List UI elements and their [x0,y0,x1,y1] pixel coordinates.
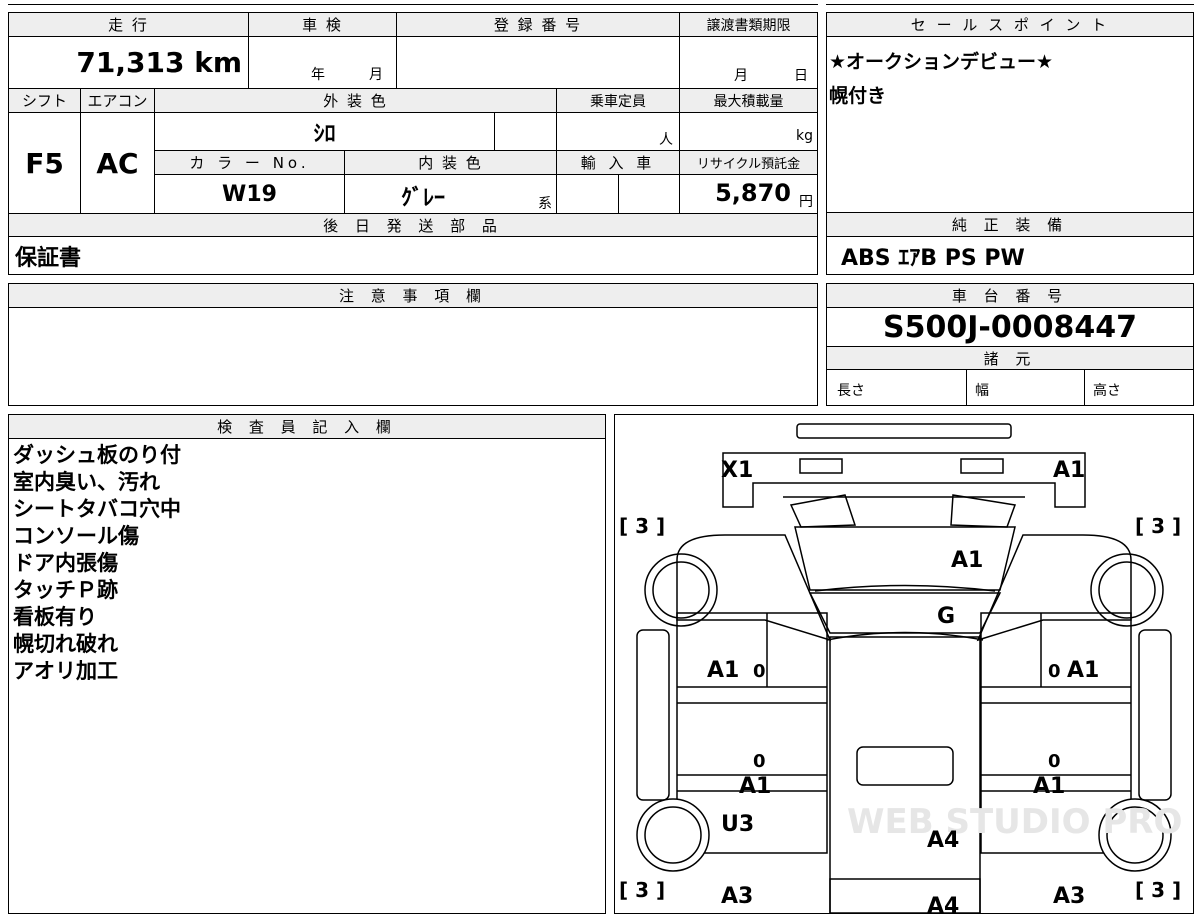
car-diagram-box: WEB STUDIO PRO X1 A1 [ 3 ] [ 3 ] A1 G A1… [614,414,1194,914]
mark-door-l: A1 [707,658,739,683]
capacity-header: 乗車定員 [557,89,680,113]
spec-length: 長さ [827,370,967,405]
chassis-header: 車 台 番 号 [827,284,1193,308]
car-diagram: WEB STUDIO PRO X1 A1 [ 3 ] [ 3 ] A1 G A1… [619,423,1182,913]
inspector-box: 検 査 員 記 入 欄 ダッシュ板のり付 室内臭い、汚れ シートタバコ穴中 コン… [8,414,606,914]
import-value-a [557,175,619,213]
top-strip [8,0,818,5]
mileage-header: 走 行 [9,13,249,37]
mark-door-r-zero: 0 [1048,661,1061,682]
max-load-header: 最大積載量 [680,89,817,113]
capacity-unit: 人 [659,132,673,148]
int-color-value: ｸﾞﾚｰ 系 [345,175,557,213]
recycle-value: 5,870 円 [680,175,817,213]
ac-header: エアコン [81,89,155,113]
recycle-header: リサイクル預託金 [680,151,817,175]
inspector-header: 検 査 員 記 入 欄 [9,415,605,439]
mark-lower-l-zero: 0 [753,751,766,772]
mark-sill-l: A1 [739,774,771,799]
inspector-note: ドア内張傷 [13,551,118,575]
inspection-header: 車 検 [249,13,397,37]
equipment-value: ABS ｴｱB PS PW [841,246,1025,271]
transfer-deadline-value: 月 日 [680,37,817,89]
mark-windshield: G [937,604,955,629]
ext-color-value: ｼﾛ [155,113,495,151]
ext-color-extra [495,113,557,151]
equipment-header: 純 正 装 備 [827,213,1193,237]
inspection-month: 月 [369,67,383,83]
inspector-note: ダッシュ板のり付 [13,443,181,467]
top-strip-right [826,0,1194,5]
max-load-unit: kg [796,128,813,144]
inspector-note: タッチＰ跡 [13,578,118,602]
int-color-suffix: 系 [538,196,552,212]
spec-width: 幅 [967,370,1085,405]
ac-value: AC [81,113,155,213]
later-parts-value: 保証書 [15,245,82,271]
mark-rear-l: A3 [721,884,753,909]
chassis-number: S500J-0008447 [883,309,1137,345]
mark-front-right: A1 [1053,458,1085,483]
import-header: 輸 入 車 [557,151,680,175]
inspector-note: アオリ加工 [13,659,118,683]
recycle-fee: 5,870 [715,179,791,207]
mark-tire-fl: [ 3 ] [619,514,665,538]
transfer-day: 日 [794,68,808,84]
reg-no-header: 登 録 番 号 [397,13,680,37]
inspector-note: シートタバコ穴中 [13,497,181,521]
mark-tire-rl: [ 3 ] [619,878,665,902]
inspector-note: 看板有り [13,605,97,629]
recycle-unit: 円 [799,194,813,210]
mark-sill-r: A1 [1033,774,1065,799]
int-color-header: 内 装 色 [345,151,557,175]
transfer-deadline-header: 譲渡書類期限 [680,13,817,37]
caution-box: 注 意 事 項 欄 [8,283,818,406]
mileage-value: 71,313 km [9,37,249,89]
inspector-note: 幌切れ破れ [13,632,118,656]
inspector-notes: ダッシュ板のり付 室内臭い、汚れ シートタバコ穴中 コンソール傷 ドア内張傷 タ… [13,442,181,685]
mark-door-l-zero: 0 [753,661,766,682]
mark-bed: A4 [927,828,959,853]
int-color-text: ｸﾞﾚｰ [401,186,446,211]
max-load-value: kg [680,113,817,151]
mark-lower-r-zero: 0 [1048,751,1061,772]
sales-point-line-1: ★オークションデビュー★ [829,51,1054,73]
inspection-year: 年 [311,67,325,83]
ext-color-header: 外 装 色 [155,89,557,113]
color-no-header: カ ラ ー No. [155,151,345,175]
mark-tire-rr: [ 3 ] [1135,878,1181,902]
watermark: WEB STUDIO PRO [847,802,1182,842]
mark-front-left: X1 [721,458,753,483]
equipment-box: 純 正 装 備 ABS ｴｱB PS PW [826,212,1194,275]
caution-header: 注 意 事 項 欄 [9,284,817,308]
mark-rear-r: A3 [1053,884,1085,909]
chassis-box: 車 台 番 号 S500J-0008447 諸 元 長さ 幅 高さ [826,283,1194,406]
import-value-b [619,175,680,213]
mark-rear-c: A4 [927,894,959,913]
mark-rear-fender-l: U3 [721,812,754,837]
capacity-value: 人 [557,113,680,151]
inspection-value: 年 月 [249,37,397,89]
spec-height: 高さ [1093,383,1121,399]
inspector-note: 室内臭い、汚れ [13,470,160,494]
shift-header: シフト [9,89,81,113]
mark-hood: A1 [951,548,983,573]
shift-value: F5 [9,113,81,213]
reg-no-value [397,37,680,89]
mark-door-r: A1 [1067,658,1099,683]
mark-tire-fr: [ 3 ] [1135,514,1181,538]
sales-point-box: セ ー ル ス ポ イ ン ト ★オークションデビュー★ 幌付き [826,12,1194,213]
inspector-note: コンソール傷 [13,524,139,548]
transfer-month: 月 [734,68,748,84]
later-parts-header: 後 日 発 送 部 品 [9,213,817,237]
sales-point-header: セ ー ル ス ポ イ ン ト [827,13,1193,37]
vehicle-info-box: 走 行 車 検 登 録 番 号 譲渡書類期限 71,313 km 年 月 月 日… [8,12,818,275]
specs-header: 諸 元 [827,346,1193,370]
color-no-value: W19 [155,175,345,213]
sales-point-line-2: 幌付き [829,85,887,107]
